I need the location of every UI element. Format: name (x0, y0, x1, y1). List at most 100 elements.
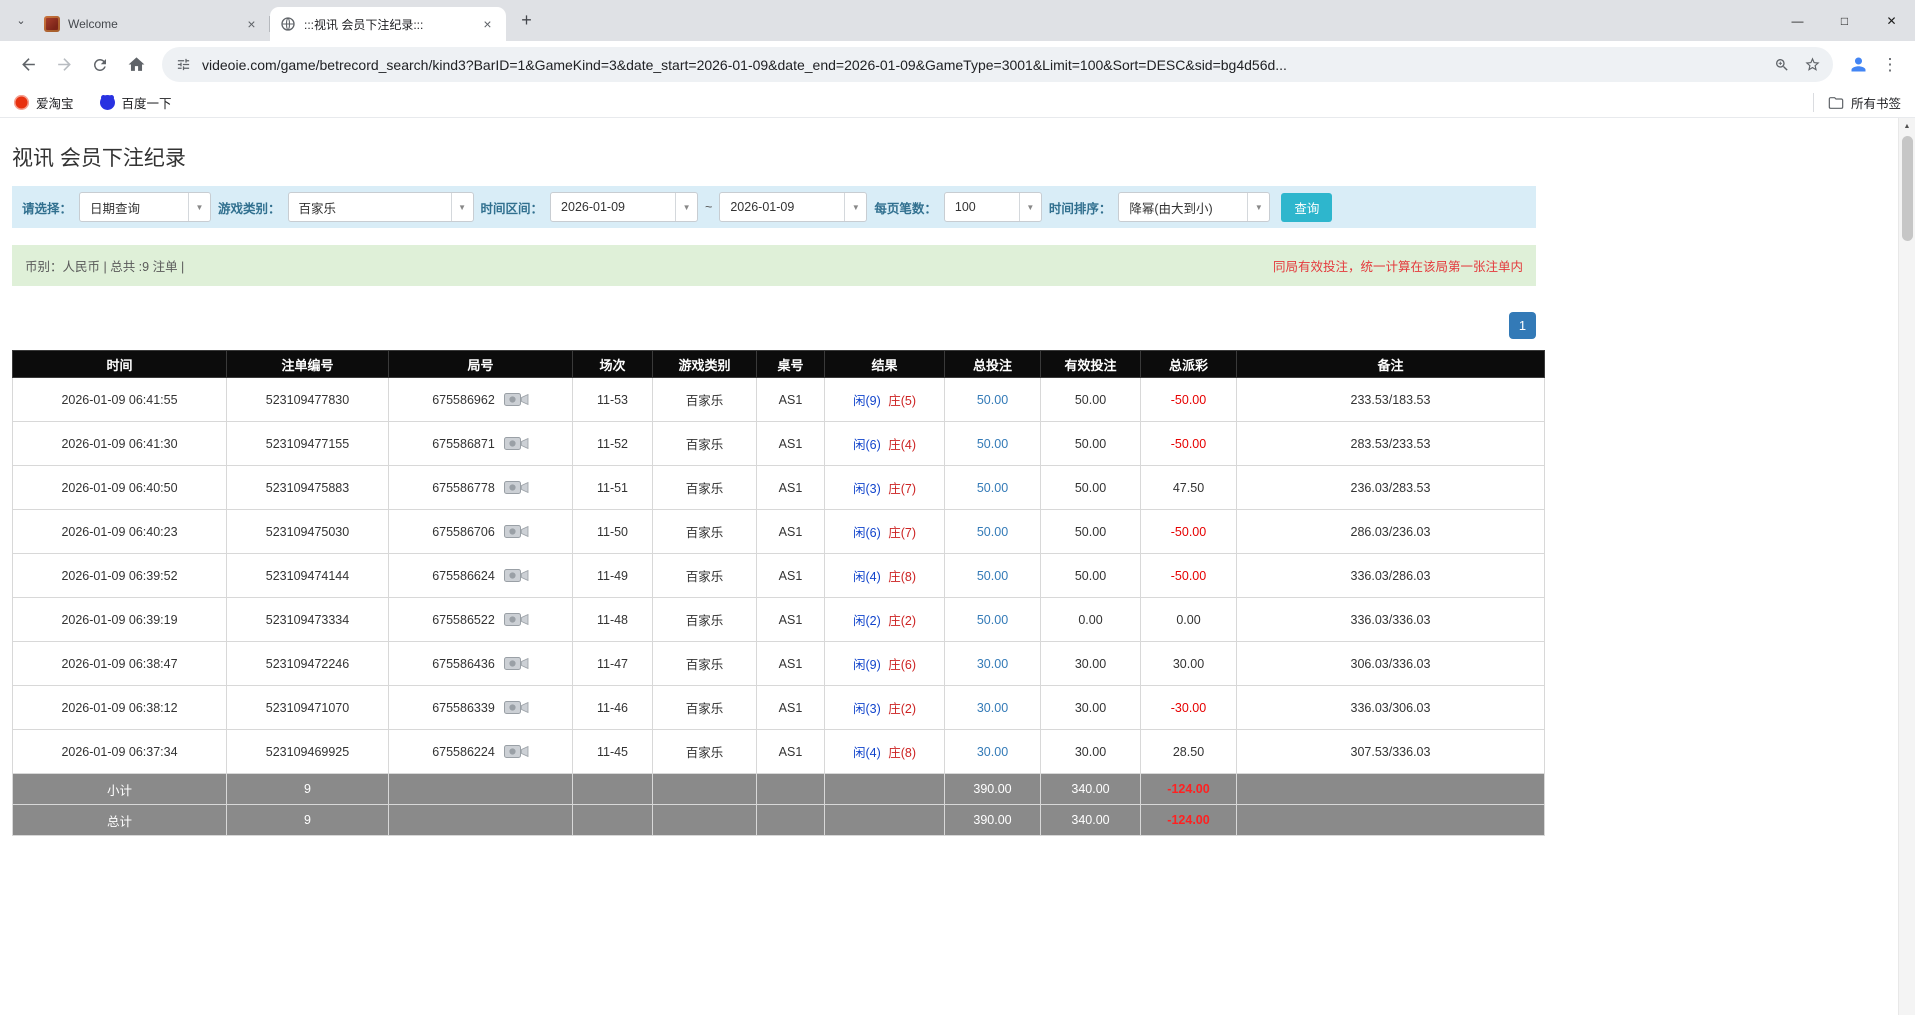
cell-time: 2026-01-09 06:41:55 (13, 378, 227, 422)
cell-payout: -50.00 (1141, 378, 1237, 422)
game-type-select[interactable]: 百家乐 ▼ (288, 192, 474, 222)
cell-time: 2026-01-09 06:38:12 (13, 686, 227, 730)
cell-result: 闲(4) 庄(8) (825, 554, 945, 598)
result-player: 闲(2) (853, 614, 881, 628)
site-info-icon[interactable] (176, 57, 191, 72)
table-row: 2026-01-09 06:38:12 523109471070 6755863… (13, 686, 1545, 730)
date-range-label: 时间区间： (481, 198, 544, 217)
cell-note: 336.03/336.03 (1237, 598, 1545, 642)
per-page-select[interactable]: 100 ▼ (944, 192, 1042, 222)
tab-bet-records[interactable]: :::视讯 会员下注纪录::: × (270, 7, 506, 41)
filter-bar: 请选择： 日期查询 ▼ 游戏类别： 百家乐 ▼ 时间区间： 2026-01-09… (12, 186, 1536, 228)
profile-icon[interactable] (1841, 48, 1875, 82)
welcome-favicon-icon (44, 16, 60, 32)
cell-valid-bet: 50.00 (1041, 554, 1141, 598)
video-replay-icon[interactable] (504, 390, 529, 409)
cell-valid-bet: 50.00 (1041, 510, 1141, 554)
cell-payout: -30.00 (1141, 686, 1237, 730)
folder-icon (1828, 95, 1844, 111)
video-replay-icon[interactable] (504, 654, 529, 673)
page-1-button[interactable]: 1 (1509, 312, 1536, 339)
scrollbar-thumb[interactable] (1902, 136, 1913, 241)
cell-bet-id: 523109477155 (227, 422, 389, 466)
video-replay-icon[interactable] (504, 566, 529, 585)
cell-round: 675586778 (389, 466, 573, 510)
video-replay-icon[interactable] (504, 742, 529, 761)
video-replay-icon[interactable] (504, 478, 529, 497)
date-end-select[interactable]: 2026-01-09 ▼ (719, 192, 867, 222)
chevron-down-icon: ▼ (1247, 193, 1269, 221)
cell-table-no: AS1 (757, 730, 825, 774)
scroll-up-icon[interactable]: ▲ (1899, 118, 1915, 134)
subtotal-label: 小计 (13, 774, 227, 805)
close-icon[interactable]: × (243, 16, 260, 33)
page-content: 视讯 会员下注纪录 请选择： 日期查询 ▼ 游戏类别： 百家乐 ▼ 时间区间： … (0, 118, 1915, 1015)
total-row: 总计 9 390.00 340.00 -124.00 (13, 805, 1545, 836)
summary-bar: 币别：人民币 | 总共 :9 注单 | 同局有效投注，统一计算在该局第一张注单内 (12, 245, 1536, 286)
menu-dots-icon[interactable]: ⋮ (1875, 48, 1905, 82)
tab-welcome[interactable]: Welcome × (34, 7, 270, 41)
sort-select[interactable]: 降幂(由大到小) ▼ (1118, 192, 1270, 222)
scrollbar[interactable]: ▲ (1898, 118, 1915, 1015)
cell-session: 11-51 (573, 466, 653, 510)
cell-game-type: 百家乐 (653, 422, 757, 466)
video-replay-icon[interactable] (504, 434, 529, 453)
cell-payout: -50.00 (1141, 554, 1237, 598)
result-player: 闲(6) (853, 526, 881, 540)
address-bar[interactable]: videoie.com/game/betrecord_search/kind3?… (162, 47, 1833, 82)
cell-table-no: AS1 (757, 422, 825, 466)
round-number: 675586522 (432, 613, 495, 627)
cell-time: 2026-01-09 06:37:34 (13, 730, 227, 774)
all-bookmarks-button[interactable]: 所有书签 (1813, 93, 1901, 112)
cell-result: 闲(6) 庄(7) (825, 510, 945, 554)
bookmark-aitaobao[interactable]: 爱淘宝 (14, 93, 74, 112)
cell-bet-id: 523109475883 (227, 466, 389, 510)
header-valid-bet: 有效投注 (1041, 351, 1141, 378)
game-type-label: 游戏类别： (218, 198, 281, 217)
cell-time: 2026-01-09 06:39:19 (13, 598, 227, 642)
table-header-row: 时间 注单编号 局号 场次 游戏类别 桌号 结果 总投注 有效投注 总派彩 备注 (13, 351, 1545, 378)
header-session: 场次 (573, 351, 653, 378)
filter-select-label: 请选择： (22, 198, 72, 217)
globe-icon (280, 16, 296, 32)
close-icon[interactable]: × (479, 16, 496, 33)
cell-total-bet: 30.00 (945, 730, 1041, 774)
video-replay-icon[interactable] (504, 698, 529, 717)
cell-round: 675586522 (389, 598, 573, 642)
window-close-icon[interactable]: ✕ (1868, 0, 1915, 41)
tab-bar: ⌄ Welcome × :::视讯 会员下注纪录::: × + — □ ✕ (0, 0, 1915, 41)
cell-total-bet: 50.00 (945, 466, 1041, 510)
cell-payout: 47.50 (1141, 466, 1237, 510)
bookmark-star-icon[interactable] (1797, 50, 1827, 80)
total-payout: -124.00 (1141, 805, 1237, 836)
search-button[interactable]: 查询 (1281, 193, 1332, 222)
zoom-icon[interactable] (1767, 50, 1797, 80)
minimize-icon[interactable]: — (1774, 0, 1821, 41)
bookmark-baidu[interactable]: 百度一下 (100, 93, 172, 112)
cell-valid-bet: 50.00 (1041, 378, 1141, 422)
date-start-select[interactable]: 2026-01-09 ▼ (550, 192, 698, 222)
video-replay-icon[interactable] (504, 522, 529, 541)
maximize-icon[interactable]: □ (1821, 0, 1868, 41)
cell-valid-bet: 0.00 (1041, 598, 1141, 642)
round-number: 675586436 (432, 657, 495, 671)
result-player: 闲(4) (853, 746, 881, 760)
tab-search-icon[interactable]: ⌄ (8, 8, 34, 34)
back-icon[interactable] (10, 47, 46, 83)
cell-valid-bet: 50.00 (1041, 466, 1141, 510)
query-type-select[interactable]: 日期查询 ▼ (79, 192, 211, 222)
forward-icon[interactable] (46, 47, 82, 83)
cell-game-type: 百家乐 (653, 466, 757, 510)
result-banker: 庄(6) (888, 658, 916, 672)
video-replay-icon[interactable] (504, 610, 529, 629)
refresh-icon[interactable] (82, 47, 118, 83)
new-tab-button[interactable]: + (513, 7, 540, 34)
cell-note: 307.53/336.03 (1237, 730, 1545, 774)
table-row: 2026-01-09 06:39:19 523109473334 6755865… (13, 598, 1545, 642)
cell-payout: -50.00 (1141, 422, 1237, 466)
cell-round: 675586624 (389, 554, 573, 598)
cell-session: 11-49 (573, 554, 653, 598)
home-icon[interactable] (118, 47, 154, 83)
table-row: 2026-01-09 06:41:55 523109477830 6755869… (13, 378, 1545, 422)
result-banker: 庄(8) (888, 746, 916, 760)
